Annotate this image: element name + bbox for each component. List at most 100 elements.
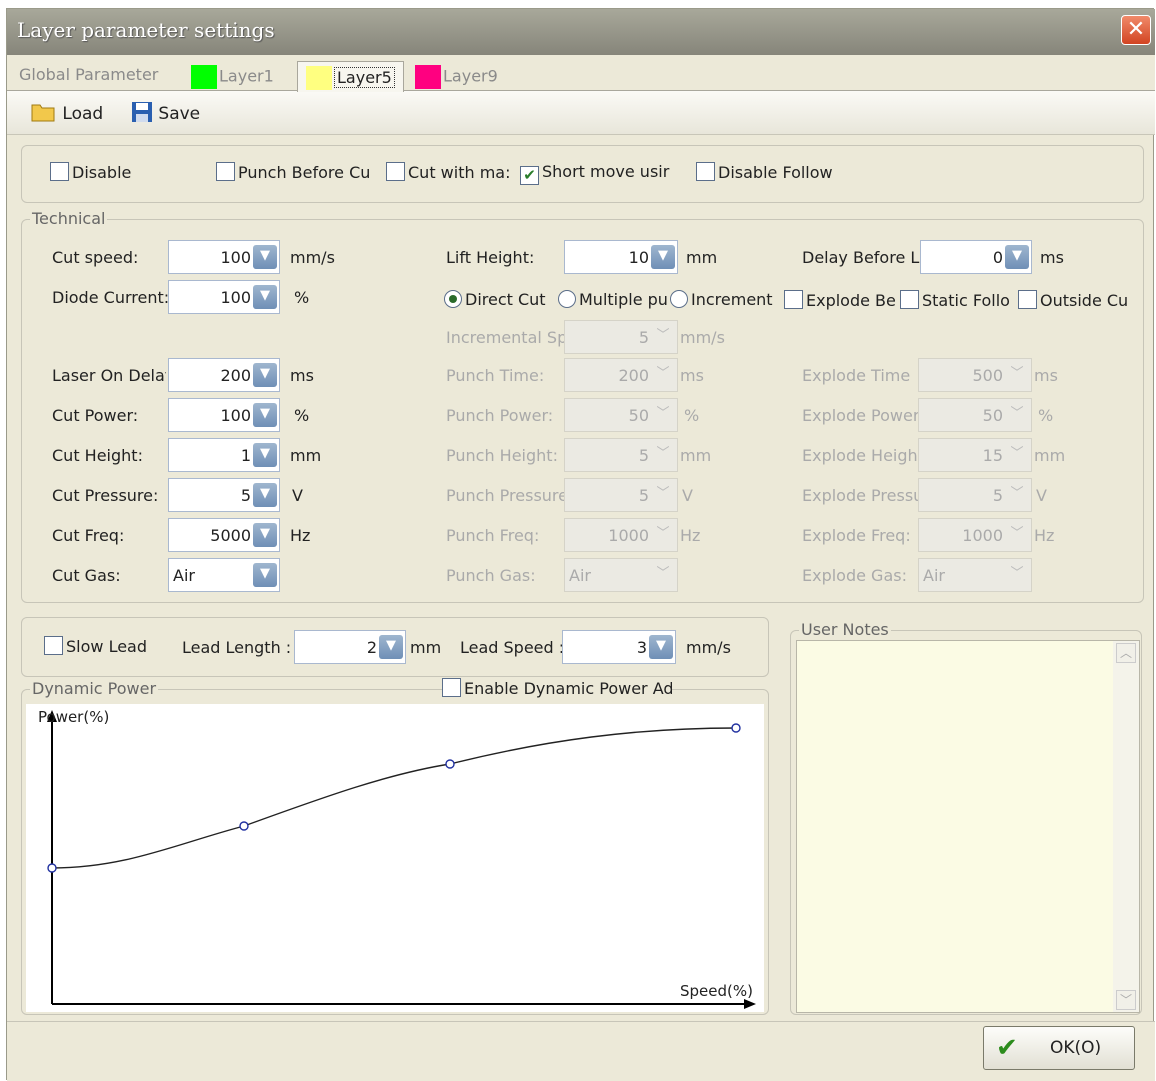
notes-scrollbar[interactable]: ︿ ﹀ <box>1113 641 1139 1012</box>
static-follow-checkbox[interactable]: Static Follo <box>900 290 1016 310</box>
chevron-down-icon[interactable]: ▼ <box>253 245 277 269</box>
tab-global-parameter[interactable]: Global Parameter <box>11 61 166 91</box>
technical-group: Technical Cut speed: 100 ▼ mm/s Diode Cur… <box>21 209 1144 603</box>
checkbox-label: Outside Cu <box>1040 291 1129 310</box>
combo-value: 5 <box>638 328 649 347</box>
disable-follow-checkbox[interactable]: Disable Follow <box>696 162 856 182</box>
explode-before-checkbox[interactable]: Explode Be <box>784 290 900 310</box>
checkbox-box <box>44 636 63 655</box>
scroll-down-icon[interactable]: ﹀ <box>1116 990 1136 1010</box>
direct-cut-radio[interactable]: Direct Cut <box>444 290 554 309</box>
layer-color-swatch <box>306 66 332 90</box>
load-button[interactable]: Load <box>31 101 103 124</box>
combo-value: 100 <box>220 406 251 425</box>
combo-value: 2 <box>366 638 377 657</box>
combo-value: Air <box>173 566 195 585</box>
punch-height-combo: 5 ﹀ <box>564 438 678 472</box>
punch-power-label: Punch Power: <box>446 406 554 425</box>
layer-color-swatch <box>415 65 441 89</box>
combo-value: 5000 <box>210 526 251 545</box>
chevron-down-icon: ﹀ <box>1010 566 1024 581</box>
chevron-down-icon[interactable]: ▼ <box>649 635 673 659</box>
combo-value: Air <box>923 566 945 585</box>
combo-value: 50 <box>628 406 649 425</box>
chevron-down-icon[interactable]: ▼ <box>253 563 277 587</box>
lift-height-combo[interactable]: 10 ▼ <box>564 240 678 274</box>
chevron-down-icon: ﹀ <box>656 406 670 421</box>
close-button[interactable]: ✕ <box>1121 15 1151 45</box>
chevron-down-icon: ﹀ <box>1010 446 1024 461</box>
cut-pressure-label: Cut Pressure: <box>52 486 159 505</box>
chevron-down-icon[interactable]: ▼ <box>253 285 277 309</box>
ok-button[interactable]: ✔ OK(O) <box>983 1026 1135 1070</box>
disable-checkbox[interactable]: Disable <box>50 162 170 182</box>
scroll-up-icon[interactable]: ︿ <box>1116 643 1136 663</box>
cut-height-label: Cut Height: <box>52 446 143 465</box>
tab-label: Global Parameter <box>19 65 159 84</box>
tab-layer5[interactable]: Layer5 <box>297 61 404 92</box>
unit-label: Hz <box>1034 526 1055 545</box>
checkmark-icon: ✔ <box>996 1033 1018 1063</box>
cut-height-combo[interactable]: 1 ▼ <box>168 438 280 472</box>
unit-label: mm <box>1034 446 1066 465</box>
lead-length-combo[interactable]: 2 ▼ <box>294 630 406 664</box>
chevron-down-icon[interactable]: ▼ <box>253 483 277 507</box>
tab-label: Layer1 <box>219 66 274 86</box>
tab-layer9[interactable]: Layer9 <box>407 61 506 91</box>
combo-value: 1 <box>240 446 251 465</box>
slow-lead-checkbox[interactable]: Slow Lead <box>44 636 164 656</box>
chevron-down-icon[interactable]: ▼ <box>253 523 277 547</box>
curve-control-point[interactable] <box>239 821 249 831</box>
cut-speed-combo[interactable]: 100 ▼ <box>168 240 280 274</box>
unit-label: mm <box>410 638 442 657</box>
chevron-down-icon: ﹀ <box>656 366 670 381</box>
unit-label: mm/s <box>290 248 335 267</box>
cut-gas-combo[interactable]: Air ▼ <box>168 558 280 592</box>
save-button[interactable]: Save <box>131 101 200 124</box>
chevron-down-icon[interactable]: ▼ <box>651 245 675 269</box>
cut-freq-combo[interactable]: 5000 ▼ <box>168 518 280 552</box>
cut-pressure-combo[interactable]: 5 ▼ <box>168 478 280 512</box>
enable-dynamic-power-checkbox[interactable]: Enable Dynamic Power Ad <box>442 678 672 698</box>
delay-before-combo[interactable]: 0 ▼ <box>920 240 1032 274</box>
title-bar[interactable]: Layer parameter settings ✕ <box>7 9 1155 55</box>
unit-label: ms <box>1040 248 1064 267</box>
chevron-down-icon: ﹀ <box>656 446 670 461</box>
tab-layer1[interactable]: Layer1 <box>183 61 282 91</box>
punch-before-cut-checkbox[interactable]: Punch Before Cu <box>216 162 382 182</box>
laser-on-delay-combo[interactable]: 200 ▼ <box>168 358 280 392</box>
chevron-down-icon[interactable]: ▼ <box>253 403 277 427</box>
layer-color-swatch <box>191 65 217 89</box>
outside-cut-checkbox[interactable]: Outside Cu <box>1018 290 1130 310</box>
explode-power-combo: 50 ﹀ <box>918 398 1032 432</box>
diode-current-label: Diode Current: <box>52 288 170 307</box>
unit-label: % <box>684 406 700 425</box>
window-title: Layer parameter settings <box>17 18 275 42</box>
curve-control-point[interactable] <box>731 723 741 733</box>
chevron-down-icon[interactable]: ▼ <box>253 443 277 467</box>
dynamic-power-title: Dynamic Power <box>30 679 159 698</box>
tab-label: Layer9 <box>443 66 498 86</box>
user-notes-textarea[interactable]: ︿ ﹀ <box>796 640 1140 1013</box>
folder-icon <box>31 104 55 122</box>
multiple-punch-radio[interactable]: Multiple pu <box>558 290 670 309</box>
chevron-down-icon[interactable]: ▼ <box>1005 245 1029 269</box>
short-move-checkbox[interactable]: ✔ Short move usir <box>520 162 672 185</box>
chevron-down-icon[interactable]: ▼ <box>253 363 277 387</box>
curve-control-point[interactable] <box>47 863 57 873</box>
floppy-disk-icon <box>132 102 152 122</box>
dynamic-power-graph[interactable]: Power(%) Speed(%) <box>26 704 764 1012</box>
combo-value: Air <box>569 566 591 585</box>
cut-power-combo[interactable]: 100 ▼ <box>168 398 280 432</box>
increment-radio[interactable]: Increment <box>670 290 782 309</box>
lead-speed-combo[interactable]: 3 ▼ <box>562 630 676 664</box>
chevron-down-icon[interactable]: ▼ <box>379 635 403 659</box>
cut-speed-label: Cut speed: <box>52 248 139 267</box>
unit-label: ms <box>290 366 314 385</box>
diode-current-combo[interactable]: 100 ▼ <box>168 280 280 314</box>
curve-control-point[interactable] <box>445 759 455 769</box>
cut-with-mask-checkbox[interactable]: Cut with ma: <box>386 162 518 182</box>
incremental-speed-combo: 5 ﹀ <box>564 320 678 354</box>
incremental-speed-label: Incremental Sp <box>446 328 564 347</box>
explode-height-combo: 15 ﹀ <box>918 438 1032 472</box>
